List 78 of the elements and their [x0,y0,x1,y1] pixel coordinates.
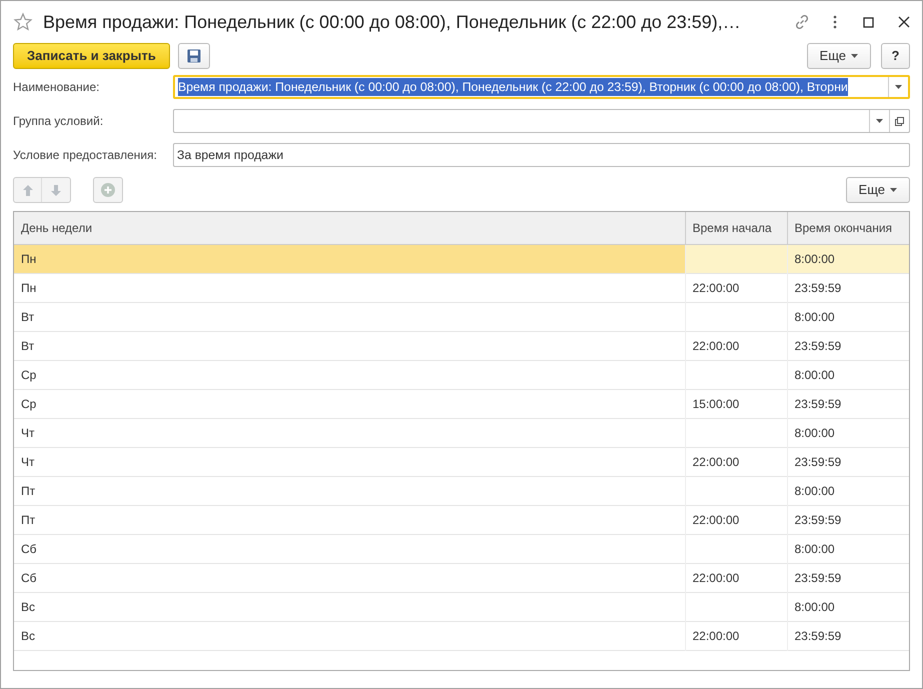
column-header[interactable]: Время окончания [787,212,909,244]
table-cell: Чт [14,447,685,476]
table-cell: 23:59:59 [787,563,909,592]
save-button[interactable] [178,43,210,69]
star-icon[interactable] [13,12,33,32]
field-label: Группа условий: [13,113,104,130]
table-row[interactable]: Вт 8:00:00 [14,302,909,331]
table-cell: Сб [14,563,685,592]
table-cell: 22:00:00 [685,331,787,360]
link-icon[interactable] [793,13,811,31]
table-cell: 8:00:00 [787,302,909,331]
table-cell: 8:00:00 [787,592,909,621]
table-cell: 22:00:00 [685,447,787,476]
table-row[interactable]: Вт 22:00:00 23:59:59 [14,331,909,360]
table-cell: Пн [14,244,685,273]
table-cell: 8:00:00 [787,476,909,505]
table-cell: 8:00:00 [787,418,909,447]
table-row[interactable]: Пт 22:00:00 23:59:59 [14,505,909,534]
table-row[interactable]: Пн 22:00:00 23:59:59 [14,273,909,302]
table-cell: 23:59:59 [787,621,909,650]
table-row[interactable]: Пн 8:00:00 [14,244,909,273]
caret-icon [876,119,883,123]
table-row[interactable]: Пт 8:00:00 [14,476,909,505]
table-cell: 8:00:00 [787,360,909,389]
table-cell: Пт [14,476,685,505]
caret-icon [890,188,897,192]
arrow-up-icon [22,184,32,196]
table-cell: 8:00:00 [787,534,909,563]
maximize-icon[interactable] [863,16,874,28]
select-field[interactable] [173,109,910,133]
window-title: Время продажи: Понедельник (с 00:00 до 08:00), Понедельник (с 22:00 до 23:59),… [43,10,741,34]
table-row[interactable]: Чт 8:00:00 [14,418,909,447]
table-cell: 22:00:00 [685,563,787,592]
column-header[interactable]: День недели [14,212,685,244]
table-cell: Сб [14,534,685,563]
table-cell: Ср [14,360,685,389]
table-cell: 23:59:59 [787,389,909,418]
table-cell: Ср [14,389,685,418]
field-label: Условие предоставления: [13,147,158,164]
table-cell: Вт [14,302,685,331]
table-row[interactable]: Ср 15:00:00 23:59:59 [14,389,909,418]
table-cell: 23:59:59 [787,447,909,476]
table-cell: Вс [14,592,685,621]
open-icon [895,116,904,126]
more-button[interactable]: Еще [846,177,910,203]
table-row[interactable]: Ср 8:00:00 [14,360,909,389]
field-label: Наименование: [13,79,101,96]
table-cell: 8:00:00 [787,244,909,273]
table-cell: 23:59:59 [787,505,909,534]
table-cell: Чт [14,418,685,447]
table-cell: 22:00:00 [685,273,787,302]
plus-circle-icon [101,183,115,197]
more-icon[interactable] [833,15,837,29]
close-icon[interactable] [898,16,910,28]
caret-icon [851,54,858,58]
table-cell: 22:00:00 [685,505,787,534]
column-header[interactable]: Время начала [685,212,787,244]
save-and-close-button[interactable]: Записать и закрыть [13,43,170,69]
table-row[interactable]: Сб 22:00:00 23:59:59 [14,563,909,592]
table-cell: Пн [14,273,685,302]
table-cell: 23:59:59 [787,273,909,302]
help-button[interactable]: ? [881,43,910,69]
table-row[interactable]: Чт 22:00:00 23:59:59 [14,447,909,476]
table-cell: Вт [14,331,685,360]
more-button[interactable]: Еще [806,43,871,69]
text-field[interactable]: За время продажи [173,143,910,167]
arrow-down-icon [51,184,61,196]
table-row[interactable]: Вс 8:00:00 [14,592,909,621]
floppy-icon [186,49,201,63]
combo-field[interactable]: Время продажи: Понедельник (с 00:00 до 08:00), Понедельник (с 22:00 до 23:59), Вторник (с 00:00 до 08:00), Вторни [173,75,910,99]
caret-icon [895,85,902,89]
table-row[interactable]: Сб 8:00:00 [14,534,909,563]
table-cell: 22:00:00 [685,621,787,650]
table-row[interactable]: Вс 22:00:00 23:59:59 [14,621,909,650]
table-cell: Вс [14,621,685,650]
table-cell: 15:00:00 [685,389,787,418]
table-cell: Пт [14,505,685,534]
table-cell: 23:59:59 [787,331,909,360]
